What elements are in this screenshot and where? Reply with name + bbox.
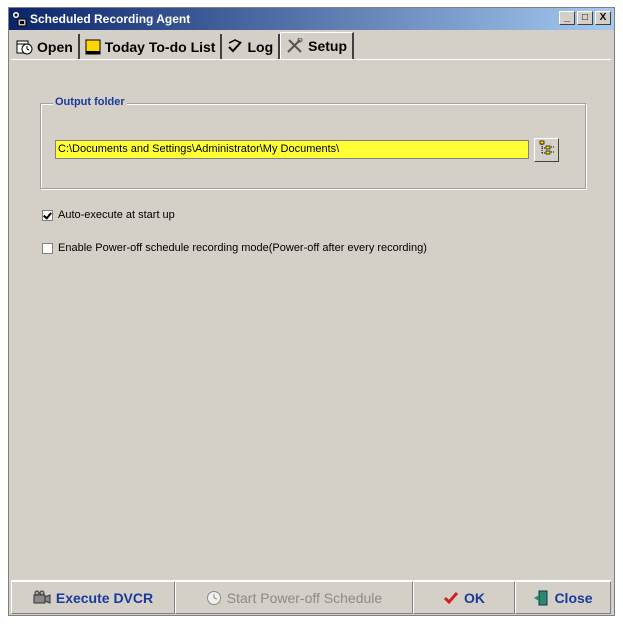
checkmark-icon	[443, 591, 459, 605]
app-icon	[11, 11, 27, 27]
minimize-button[interactable]: _	[559, 11, 575, 25]
close-window-button[interactable]: X	[595, 11, 611, 25]
tab-today-todo-label: Today To-do List	[104, 38, 216, 55]
camera-icon	[33, 590, 51, 606]
exit-door-icon	[533, 590, 549, 606]
log-check-icon	[227, 38, 243, 55]
output-folder-path-input[interactable]: C:\Documents and Settings\Administrator\…	[55, 140, 529, 159]
tab-bar: Open Today To-do List Log Setup	[11, 32, 355, 59]
tools-icon	[286, 38, 304, 54]
ok-button[interactable]: OK	[413, 581, 515, 614]
clock-calendar-icon	[16, 39, 33, 55]
power-off-mode-label: Enable Power-off schedule recording mode…	[58, 242, 427, 254]
tab-setup[interactable]: Setup	[280, 32, 355, 59]
execute-dvcr-button[interactable]: Execute DVCR	[11, 581, 175, 614]
power-off-mode-option[interactable]: Enable Power-off schedule recording mode…	[42, 242, 427, 254]
tab-open[interactable]: Open	[11, 34, 80, 59]
power-off-mode-checkbox[interactable]	[42, 242, 53, 254]
close-label: Close	[554, 589, 593, 606]
maximize-button[interactable]: □	[577, 11, 593, 25]
yellow-note-icon	[85, 39, 101, 55]
clock-icon	[206, 590, 222, 606]
browse-folder-button[interactable]	[534, 138, 559, 162]
output-folder-group: Output folder C:\Documents and Settings\…	[40, 96, 586, 189]
start-power-off-schedule-button[interactable]: Start Power-off Schedule	[175, 581, 413, 614]
execute-dvcr-label: Execute DVCR	[55, 589, 154, 606]
app-window: Scheduled Recording Agent _ □ X Open Tod…	[8, 7, 615, 616]
tab-log[interactable]: Log	[222, 34, 281, 59]
auto-execute-label: Auto-execute at start up	[58, 209, 175, 221]
folder-tree-icon	[539, 140, 555, 161]
start-power-off-schedule-label: Start Power-off Schedule	[226, 589, 383, 606]
tab-setup-label: Setup	[308, 38, 348, 54]
window-title: Scheduled Recording Agent	[30, 12, 191, 26]
close-button[interactable]: Close	[515, 581, 611, 614]
output-folder-legend: Output folder	[53, 96, 127, 108]
setup-panel: Output folder C:\Documents and Settings\…	[11, 59, 611, 580]
auto-execute-option[interactable]: Auto-execute at start up	[42, 209, 175, 221]
auto-execute-checkbox[interactable]	[42, 209, 53, 221]
title-bar[interactable]: Scheduled Recording Agent _ □ X	[9, 8, 614, 30]
action-bar: Execute DVCR Start Power-off Schedule OK	[11, 580, 611, 614]
ok-label: OK	[464, 589, 485, 606]
tab-today-todo[interactable]: Today To-do List	[80, 34, 223, 59]
tab-open-label: Open	[37, 38, 73, 55]
tab-log-label: Log	[247, 38, 274, 55]
